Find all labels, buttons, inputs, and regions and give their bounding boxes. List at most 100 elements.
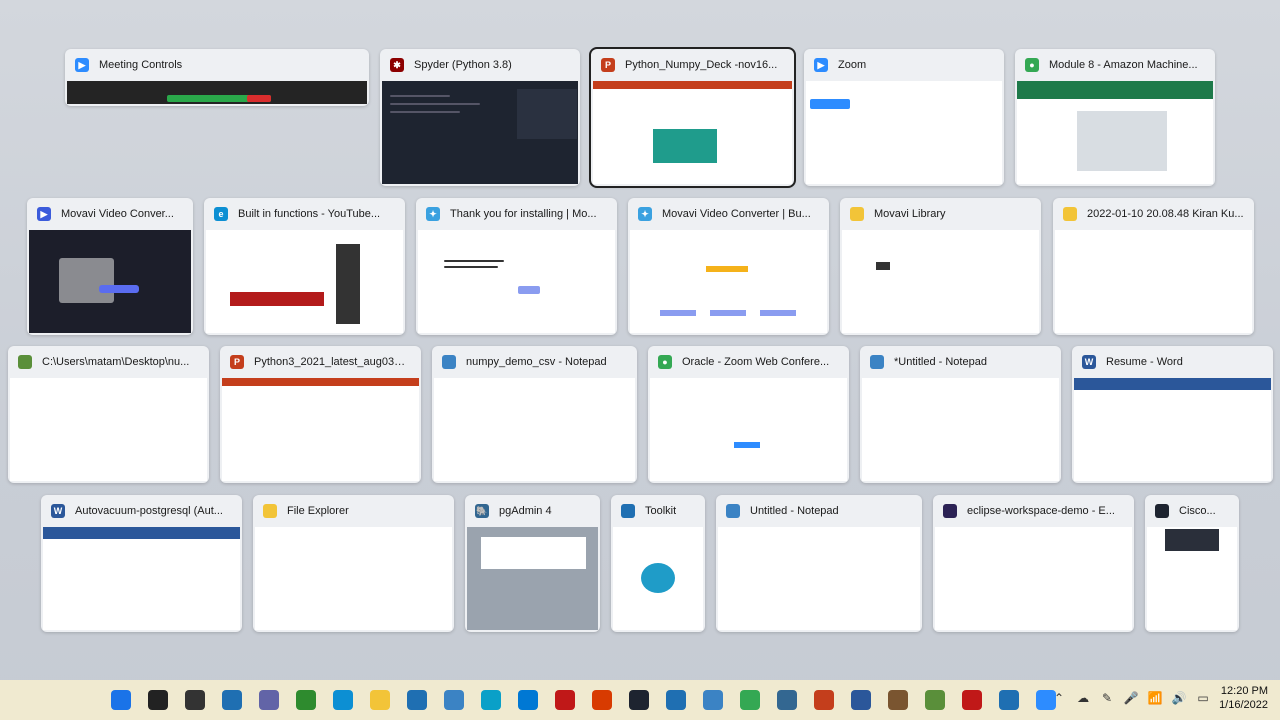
edge-icon[interactable] [326,684,359,716]
office-icon[interactable] [585,684,618,716]
window-title: File Explorer [287,505,349,517]
powerpoint-icon: P [230,355,244,369]
window-tile-numpy-notepad[interactable]: numpy_demo_csv - Notepad [432,346,637,483]
csv-icon[interactable] [918,684,951,716]
window-tile-toolkit[interactable]: Toolkit [611,495,705,632]
eclipse-icon [943,504,957,518]
window-tile-movavi-converter[interactable]: ▶ Movavi Video Conver... [27,198,193,335]
window-tile-cisco[interactable]: Cisco... [1145,495,1239,632]
learning-icon[interactable] [474,684,507,716]
movavi-icon: ✦ [638,207,652,221]
start-icon[interactable] [104,684,137,716]
window-tile-header: ▶ Zoom [804,49,1004,81]
onedrive-icon[interactable]: ☁ [1075,690,1091,706]
window-tile-header: ● Oracle - Zoom Web Confere... [648,346,849,378]
file-explorer-icon-glyph [369,690,390,710]
folder-icon [1063,207,1077,221]
window-tile-meeting-controls[interactable]: ▶ Meeting Controls [65,49,369,106]
window-tile-zoom[interactable]: ▶ Zoom [804,49,1004,186]
window-tile-movavi-thanks[interactable]: ✦ Thank you for installing | Mo... [416,198,617,335]
battery-icon[interactable]: ▭ [1195,690,1211,706]
csv-icon-glyph [924,690,945,710]
volume-icon[interactable]: 🔊 [1171,690,1187,706]
file-explorer-icon[interactable] [363,684,396,716]
chevron-up-icon[interactable]: ⌃ [1051,690,1067,706]
window-tile-untitled-notepad-1[interactable]: *Untitled - Notepad [860,346,1061,483]
notepad-icon[interactable] [696,684,729,716]
window-tile-untitled-notepad-2[interactable]: Untitled - Notepad [716,495,922,632]
window-tile-resume-word[interactable]: W Resume - Word [1072,346,1273,483]
window-tile-header: P Python3_2021_latest_aug03_1... [220,346,421,378]
green-app-icon[interactable] [289,684,322,716]
window-tile-autovacuum-word[interactable]: W Autovacuum-postgresql (Aut... [41,495,242,632]
pen-icon[interactable]: ✎ [1099,690,1115,706]
clock-time: 12:20 PM [1220,685,1268,697]
wifi-icon[interactable]: 📶 [1147,690,1163,706]
window-tile-oracle-zoom[interactable]: ● Oracle - Zoom Web Confere... [648,346,849,483]
window-tile-numpy-deck[interactable]: P Python_Numpy_Deck -nov16... [589,47,796,188]
window-tile-youtube[interactable]: e Built in functions - YouTube... [204,198,405,335]
mail-icon[interactable] [400,684,433,716]
window-thumbnail [862,378,1059,481]
window-tile-csv[interactable]: C:\Users\matam\Desktop\nu... [8,346,209,483]
window-tile-kiran-folder[interactable]: 2022-01-10 20.08.48 Kiran Ku... [1053,198,1254,335]
microphone-icon[interactable]: 🎤 [1123,690,1139,706]
powerpoint-icon[interactable] [807,684,840,716]
toolkit-icon[interactable] [992,684,1025,716]
movavi-icon-glyph [665,690,686,710]
task-view-icon[interactable] [178,684,211,716]
window-tile-header: Movavi Library [840,198,1041,230]
cisco-icon [1155,504,1169,518]
teams-chat-icon[interactable] [252,684,285,716]
window-tile-movavi-buy[interactable]: ✦ Movavi Video Converter | Bu... [628,198,829,335]
game-icon[interactable] [881,684,914,716]
notepad-icon [442,355,456,369]
window-thumbnail [67,81,367,104]
word-icon[interactable] [844,684,877,716]
window-thumbnail [434,378,635,481]
notepad-icon-glyph [702,690,723,710]
mcafee-icon[interactable] [548,684,581,716]
window-tile-eclipse[interactable]: eclipse-workspace-demo - E... [933,495,1134,632]
window-thumbnail [418,230,615,333]
search-icon[interactable] [141,684,174,716]
notepad-icon [726,504,740,518]
window-tile-header: e Built in functions - YouTube... [204,198,405,230]
clock[interactable]: 12:20 PM 1/16/2022 [1219,684,1268,712]
window-tile-header: numpy_demo_csv - Notepad [432,346,637,378]
window-tile-header: File Explorer [253,495,454,527]
spyder-icon: ✱ [390,58,404,72]
window-tile-spyder[interactable]: ✱ Spyder (Python 3.8) [380,49,580,186]
window-tile-header: P Python_Numpy_Deck -nov16... [591,49,794,81]
window-thumbnail [29,230,191,333]
terminal-icon[interactable] [622,684,655,716]
window-tile-header: ▶ Movavi Video Conver... [27,198,193,230]
window-tile-python3-deck[interactable]: P Python3_2021_latest_aug03_1... [220,346,421,483]
window-tile-module-8[interactable]: ● Module 8 - Amazon Machine... [1015,49,1215,186]
office-icon-glyph [591,690,612,710]
chrome-icon[interactable] [733,684,766,716]
python-icon[interactable] [955,684,988,716]
store-icon[interactable] [437,684,470,716]
widgets-icon[interactable] [215,684,248,716]
window-thumbnail [222,378,419,481]
system-tray: ⌃ ☁ ✎ 🎤 📶 🔊 ▭ 12:20 PM 1/16/2022 [1051,684,1268,712]
toolkit-icon [621,504,635,518]
window-thumbnail [1017,81,1213,184]
window-tile-header: Toolkit [611,495,705,527]
window-tile-movavi-library[interactable]: Movavi Library [840,198,1041,335]
window-title: C:\Users\matam\Desktop\nu... [42,356,190,368]
outlook-icon[interactable] [511,684,544,716]
window-thumbnail [935,527,1132,630]
window-tile-header: ✱ Spyder (Python 3.8) [380,49,580,81]
window-tile-file-explorer[interactable]: File Explorer [253,495,454,632]
powerpoint-icon-glyph [813,690,834,710]
pgadmin-icon[interactable] [770,684,803,716]
window-thumbnail [842,230,1039,333]
game-icon-glyph [887,690,908,710]
toolkit-icon-glyph [998,690,1019,710]
window-tile-pgadmin[interactable]: 🐘 pgAdmin 4 [465,495,600,632]
search-icon-glyph [147,690,168,710]
pgadmin-icon: 🐘 [475,504,489,518]
movavi-icon[interactable] [659,684,692,716]
